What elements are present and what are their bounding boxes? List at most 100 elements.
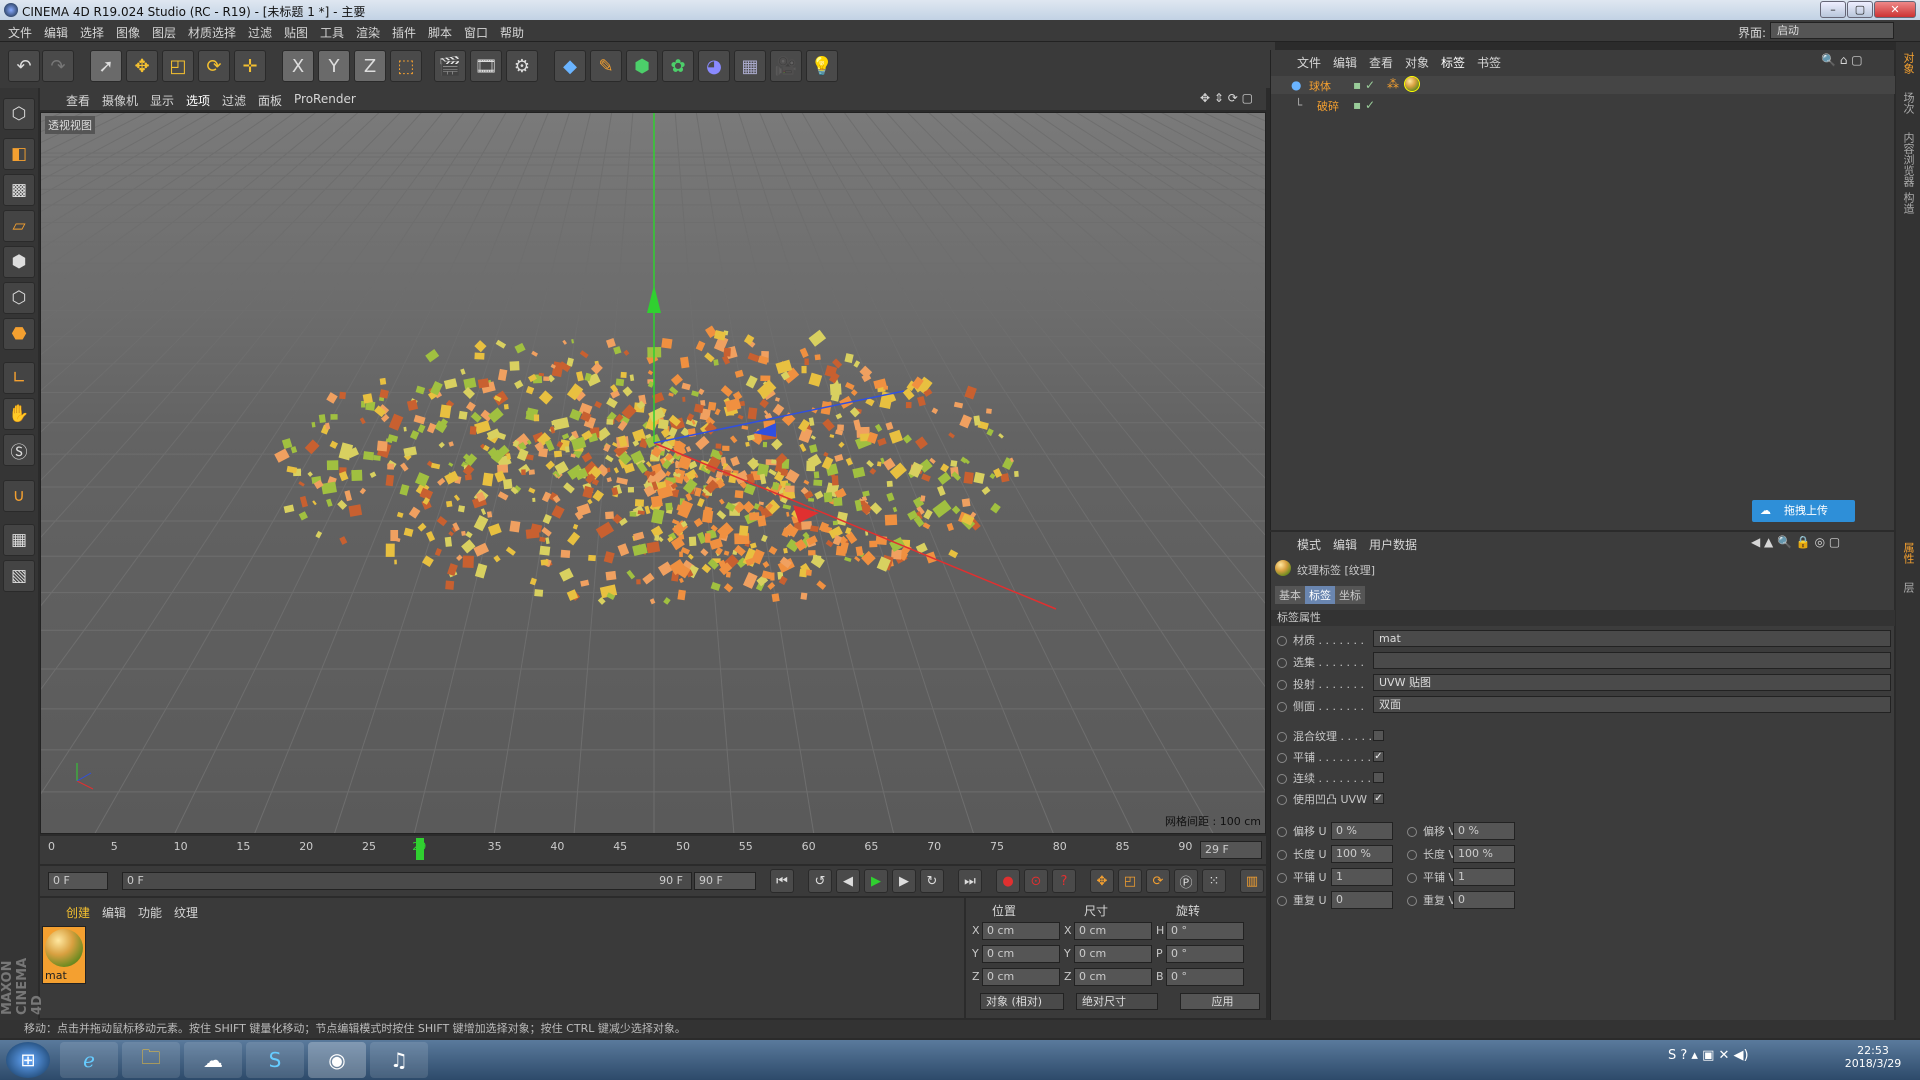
model-mode-icon[interactable]: ◧	[3, 138, 35, 170]
next-frame-icon[interactable]: ▶	[892, 869, 916, 893]
make-editable-icon[interactable]: ⬡	[3, 98, 35, 130]
rtab-takes[interactable]: 场次	[1900, 92, 1916, 114]
attr-checkbox[interactable]	[1373, 772, 1384, 783]
animate-dot-icon[interactable]	[1277, 636, 1287, 646]
workplane-mode-icon[interactable]: ▱	[3, 210, 35, 242]
animate-dot-icon[interactable]	[1277, 795, 1287, 805]
menu-material-select[interactable]: 材质选择	[188, 24, 236, 41]
attr-pair-field[interactable]: 0 %	[1331, 822, 1393, 840]
attr-field-value[interactable]: UVW 贴图	[1373, 674, 1891, 691]
texture-tag-icon[interactable]	[1404, 76, 1420, 92]
file-explorer-icon[interactable]: 🗀	[122, 1042, 180, 1078]
coord-field-size[interactable]: 0 cm	[1074, 922, 1152, 940]
animate-dot-icon[interactable]	[1277, 896, 1287, 906]
attr-pair-field[interactable]: 0	[1331, 891, 1393, 909]
animate-dot-icon[interactable]	[1277, 732, 1287, 742]
rotate-icon[interactable]: ⟳	[198, 50, 230, 82]
render-picture-viewer-icon[interactable]: 🎞	[470, 50, 502, 82]
undo-icon[interactable]: ↶	[8, 50, 40, 82]
previous-key-icon[interactable]: ↺	[808, 869, 832, 893]
viewport-nav-icons[interactable]: ✥ ⇕ ⟳ ▢	[1200, 91, 1253, 105]
attr-pair-field[interactable]: 1	[1453, 868, 1515, 886]
vp-menu-camera[interactable]: 摄像机	[102, 92, 138, 109]
animate-dot-icon[interactable]	[1407, 827, 1417, 837]
y-axis-arrow-icon[interactable]	[647, 285, 661, 313]
edges-mode-icon[interactable]: ⬡	[3, 282, 35, 314]
points-mode-icon[interactable]: ⬢	[3, 246, 35, 278]
go-to-start-icon[interactable]: ⏮	[770, 869, 794, 893]
perspective-viewport[interactable]: 透视视图 网格间距 : 100 cm	[40, 112, 1266, 834]
attr-pair-field[interactable]: 1	[1331, 868, 1393, 886]
menu-texture[interactable]: 贴图	[284, 24, 308, 41]
attr-tab-coords[interactable]: 坐标	[1335, 586, 1365, 604]
layout-select[interactable]: 启动	[1770, 22, 1894, 39]
coord-field-rot[interactable]: 0 °	[1166, 968, 1244, 986]
cube-icon[interactable]: ◆	[554, 50, 586, 82]
coord-field-pos[interactable]: 0 cm	[982, 968, 1060, 986]
vp-menu-options[interactable]: 选项	[186, 92, 210, 109]
obj-menu-bookmarks[interactable]: 书签	[1477, 54, 1501, 71]
menu-file[interactable]: 文件	[8, 24, 32, 41]
attr-checkbox[interactable]: ✓	[1373, 793, 1384, 804]
mograph-cloner-icon[interactable]: ✿	[662, 50, 694, 82]
rtab-structure[interactable]: 构造	[1900, 192, 1916, 214]
z-axis-icon[interactable]: Z	[354, 50, 386, 82]
render-settings-icon[interactable]: ⚙	[506, 50, 538, 82]
render-view-icon[interactable]: 🎬	[434, 50, 466, 82]
visibility-icon[interactable]: ▪ ✓	[1353, 78, 1375, 92]
animate-dot-icon[interactable]	[1277, 680, 1287, 690]
redo-icon[interactable]: ↷	[42, 50, 74, 82]
maximize-button[interactable]: ▢	[1847, 1, 1873, 18]
coord-field-pos[interactable]: 0 cm	[982, 945, 1060, 963]
animate-dot-icon[interactable]	[1407, 896, 1417, 906]
attr-menu-userdata[interactable]: 用户数据	[1369, 536, 1417, 553]
start-button-icon[interactable]: ⊞	[6, 1042, 50, 1078]
cinema4d-task-icon[interactable]: ◉	[308, 1042, 366, 1078]
timeline-end-field[interactable]: 29 F	[1200, 841, 1262, 859]
attr-menu-edit[interactable]: 编辑	[1333, 536, 1357, 553]
animate-dot-icon[interactable]	[1277, 753, 1287, 763]
end-frame-field[interactable]: 90 F	[694, 872, 756, 890]
timeline[interactable]: 051015202529354045505560657075808590 29 …	[40, 836, 1266, 864]
attr-checkbox[interactable]: ✓	[1373, 751, 1384, 762]
animate-dot-icon[interactable]	[1407, 850, 1417, 860]
animate-dot-icon[interactable]	[1407, 873, 1417, 883]
keyframe-selection-icon[interactable]: ?	[1052, 869, 1076, 893]
obj-menu-tags[interactable]: 标签	[1441, 54, 1465, 71]
menu-tools[interactable]: 工具	[320, 24, 344, 41]
vp-menu-view[interactable]: 查看	[66, 92, 90, 109]
move-icon[interactable]: ✥	[126, 50, 158, 82]
obj-menu-view[interactable]: 查看	[1369, 54, 1393, 71]
media-app-icon[interactable]: ♫	[370, 1042, 428, 1078]
go-to-end-icon[interactable]: ⏭	[958, 869, 982, 893]
coord-field-rot[interactable]: 0 °	[1166, 945, 1244, 963]
obj-menu-object[interactable]: 对象	[1405, 54, 1429, 71]
coord-mode-select[interactable]: 对象 (相对)	[980, 993, 1064, 1010]
attr-pair-field[interactable]: 0 %	[1453, 822, 1515, 840]
mat-tab-edit[interactable]: 编辑	[102, 904, 126, 921]
live-selection-icon[interactable]: ✛	[234, 50, 266, 82]
rtab-content-browser[interactable]: 内容浏览器	[1900, 132, 1916, 187]
attr-pair-field[interactable]: 0	[1453, 891, 1515, 909]
menu-filter[interactable]: 过滤	[248, 24, 272, 41]
mat-tab-create[interactable]: 创建	[66, 904, 90, 921]
menu-render[interactable]: 渲染	[356, 24, 380, 41]
vp-menu-panel[interactable]: 面板	[258, 92, 282, 109]
attr-tab-basic[interactable]: 基本	[1275, 586, 1305, 604]
ie-browser-icon[interactable]: ℯ	[60, 1042, 118, 1078]
sogou-app-icon[interactable]: S	[246, 1042, 304, 1078]
attr-field-value[interactable]	[1373, 652, 1891, 669]
key-pla-icon[interactable]: ⁙	[1202, 869, 1226, 893]
attr-menu-mode[interactable]: 模式	[1297, 536, 1321, 553]
previous-frame-icon[interactable]: ◀	[836, 869, 860, 893]
record-active-icon[interactable]: ●	[996, 869, 1020, 893]
coordinate-system-icon[interactable]: ⬚	[390, 50, 422, 82]
menu-help[interactable]: 帮助	[500, 24, 524, 41]
mat-tab-texture[interactable]: 纹理	[174, 904, 198, 921]
timeline-window-icon[interactable]: ▥	[1240, 869, 1264, 893]
apply-button[interactable]: 应用	[1180, 993, 1260, 1010]
deformer-icon[interactable]: ◕	[698, 50, 730, 82]
obj-menu-file[interactable]: 文件	[1297, 54, 1321, 71]
obj-menu-edit[interactable]: 编辑	[1333, 54, 1357, 71]
attr-tab-tag[interactable]: 标签	[1305, 586, 1335, 604]
